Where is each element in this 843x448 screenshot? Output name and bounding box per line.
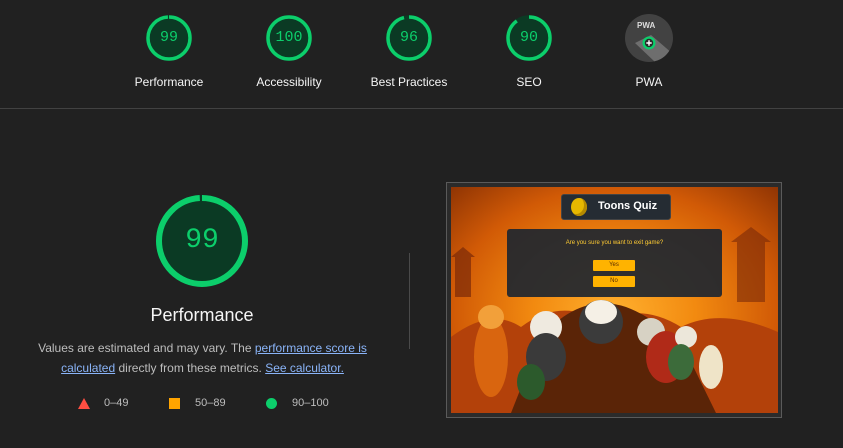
exit-confirm-dialog: Are you sure you want to exit game? Yes … [507,229,722,297]
cartoon-scene-illustration [451,227,778,413]
accessibility-label[interactable]: Accessibility [229,75,349,89]
best-practices-label[interactable]: Best Practices [349,75,469,89]
orange-square-icon [169,398,180,409]
vertical-divider [409,253,410,349]
performance-description: Values are estimated and may vary. The p… [30,338,375,378]
quiz-title-bar: Toons Quiz [561,194,671,220]
seo-label[interactable]: SEO [469,75,589,89]
final-screenshot[interactable]: Toons Quiz Are you sure you want to exit… [451,187,778,413]
performance-title: Performance [150,305,254,325]
category-summary-bar: 99 Performance 100 Accessibility 96 Best… [0,0,843,109]
performance-main-score: 99 [185,225,219,256]
pwa-badge-icon[interactable]: PWA [625,14,673,62]
no-button[interactable]: No [593,276,635,287]
legend-pass-range: 90–100 [292,397,329,409]
performance-score: 99 [159,29,178,46]
performance-label[interactable]: Performance [109,75,229,89]
accessibility-score: 100 [275,29,303,46]
quiz-app-title: Toons Quiz [598,200,658,212]
green-circle-icon [266,398,277,409]
red-triangle-icon [78,398,90,409]
legend-fail-range: 0–49 [104,397,129,409]
pwa-install-icon [635,35,673,62]
seo-score: 90 [519,29,538,46]
seo-gauge[interactable]: 90 [505,14,553,62]
yes-button[interactable]: Yes [593,260,635,271]
coin-icon [571,198,587,216]
performance-gauge[interactable]: 99 [145,14,193,62]
accessibility-gauge[interactable]: 100 [265,14,313,62]
best-practices-gauge[interactable]: 96 [385,14,433,62]
desc-text-2: directly from these metrics. [115,361,266,375]
exit-question: Are you sure you want to exit game? [565,240,664,246]
pwa-label[interactable]: PWA [589,75,709,89]
desc-text-1: Values are estimated and may vary. The [38,341,255,355]
legend-average-range: 50–89 [195,397,226,409]
performance-main-gauge: 99 [154,193,250,289]
best-practices-score: 96 [399,29,418,46]
see-calculator-link[interactable]: See calculator. [265,361,344,375]
